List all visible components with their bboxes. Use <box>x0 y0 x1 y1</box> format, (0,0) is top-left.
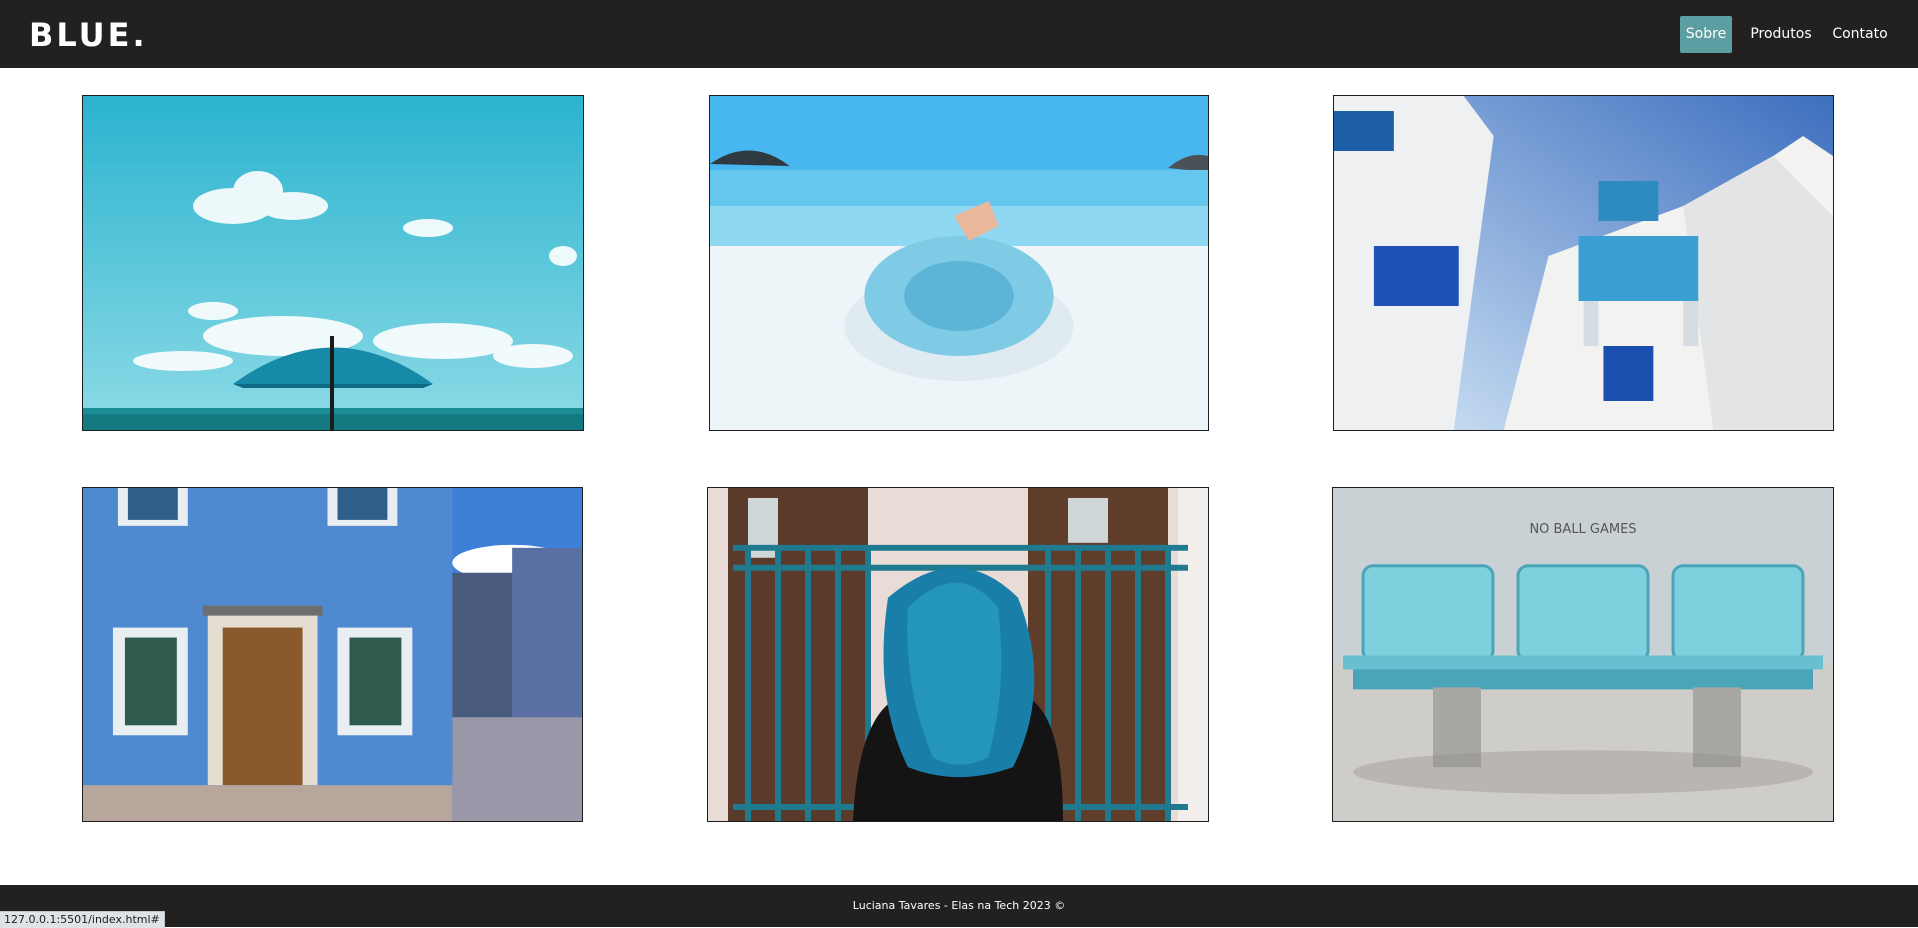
svg-text:NO BALL GAMES: NO BALL GAMES <box>1529 522 1636 537</box>
top-navbar: BLUE. Sobre Produtos Contato <box>0 0 1918 68</box>
gallery-photo-balconies[interactable] <box>1333 95 1834 431</box>
hat-beach-image <box>710 96 1208 430</box>
site-logo[interactable]: BLUE. <box>29 16 148 54</box>
nav-link-sobre[interactable]: Sobre <box>1680 16 1732 53</box>
blue-hair-image <box>708 488 1208 821</box>
bench-image: NO BALL GAMES <box>1333 488 1833 821</box>
umbrella-image <box>83 96 583 430</box>
gallery-photo-hat-beach[interactable] <box>709 95 1209 431</box>
footer-copyright: Luciana Tavares - Elas na Tech 2023 © <box>852 899 1066 912</box>
page-footer: Luciana Tavares - Elas na Tech 2023 © <box>0 885 1918 927</box>
nav-link-produtos[interactable]: Produtos <box>1744 16 1818 53</box>
gallery-photo-umbrella[interactable] <box>82 95 584 431</box>
gallery-photo-blue-hair[interactable] <box>707 487 1209 822</box>
nav-link-contato[interactable]: Contato <box>1827 16 1893 53</box>
blue-house-image <box>83 488 582 821</box>
gallery-photo-blue-house[interactable] <box>82 487 583 822</box>
balconies-image <box>1334 96 1833 430</box>
gallery-photo-bench[interactable]: NO BALL GAMES <box>1332 487 1834 822</box>
browser-status-url: 127.0.0.1:5501/index.html# <box>0 911 165 928</box>
